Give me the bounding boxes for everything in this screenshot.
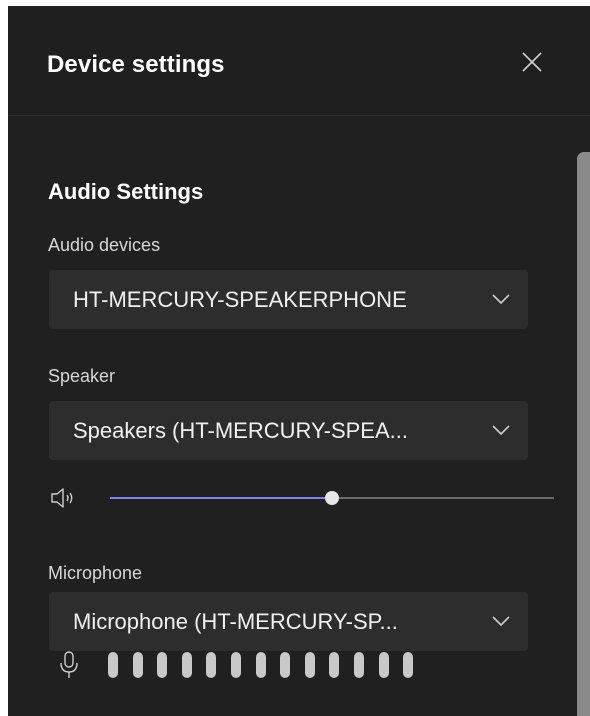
mic-level-bar	[403, 652, 414, 678]
audio-devices-value: HT-MERCURY-SPEAKERPHONE	[73, 287, 407, 312]
speaker-volume-slider[interactable]	[110, 491, 554, 505]
microphone-icon	[60, 651, 78, 678]
close-icon	[522, 52, 542, 72]
mic-level-bar	[378, 652, 389, 678]
mic-level-bar	[132, 652, 143, 678]
chevron-down-icon	[492, 294, 510, 305]
mic-level-bar	[329, 652, 340, 678]
audio-settings-content: Audio Settings Audio devices HT-MERCURY-…	[8, 116, 590, 716]
speaker-volume-icon	[51, 488, 73, 508]
speaker-volume-row	[48, 483, 578, 513]
speaker-dropdown[interactable]: Speakers (HT-MERCURY-SPEA...	[49, 401, 528, 460]
mic-level-bar	[255, 652, 266, 678]
mic-level-bar	[157, 652, 168, 678]
mic-level-bar	[304, 652, 315, 678]
mic-level-bar	[280, 652, 291, 678]
audio-settings-heading: Audio Settings	[48, 179, 204, 204]
close-button[interactable]	[518, 48, 546, 76]
mic-level-bar	[206, 652, 217, 678]
audio-devices-label: Audio devices	[48, 235, 161, 255]
dialog-header: Device settings	[8, 6, 590, 116]
speaker-volume-thumb[interactable]	[325, 491, 339, 505]
speaker-label: Speaker	[48, 366, 116, 386]
mic-level-bar	[353, 652, 364, 678]
microphone-label: Microphone	[48, 563, 143, 583]
chevron-down-icon	[492, 616, 510, 627]
microphone-value: Microphone (HT-MERCURY-SP...	[73, 609, 398, 634]
mic-level-bar	[181, 652, 192, 678]
mic-level-bar	[108, 652, 118, 678]
speaker-volume-fill	[110, 497, 332, 499]
mic-level-row	[48, 646, 548, 686]
dialog-title: Device settings	[47, 51, 225, 78]
speaker-value: Speakers (HT-MERCURY-SPEA...	[73, 418, 408, 443]
microphone-dropdown[interactable]: Microphone (HT-MERCURY-SP...	[49, 592, 528, 651]
mic-level-bar	[230, 652, 241, 678]
device-settings-panel: Device settings Audio Settings Audio dev…	[8, 6, 590, 716]
mic-level-meter	[108, 652, 414, 678]
chevron-down-icon	[492, 425, 510, 436]
audio-devices-dropdown[interactable]: HT-MERCURY-SPEAKERPHONE	[49, 270, 528, 329]
scrollbar[interactable]	[577, 152, 590, 716]
